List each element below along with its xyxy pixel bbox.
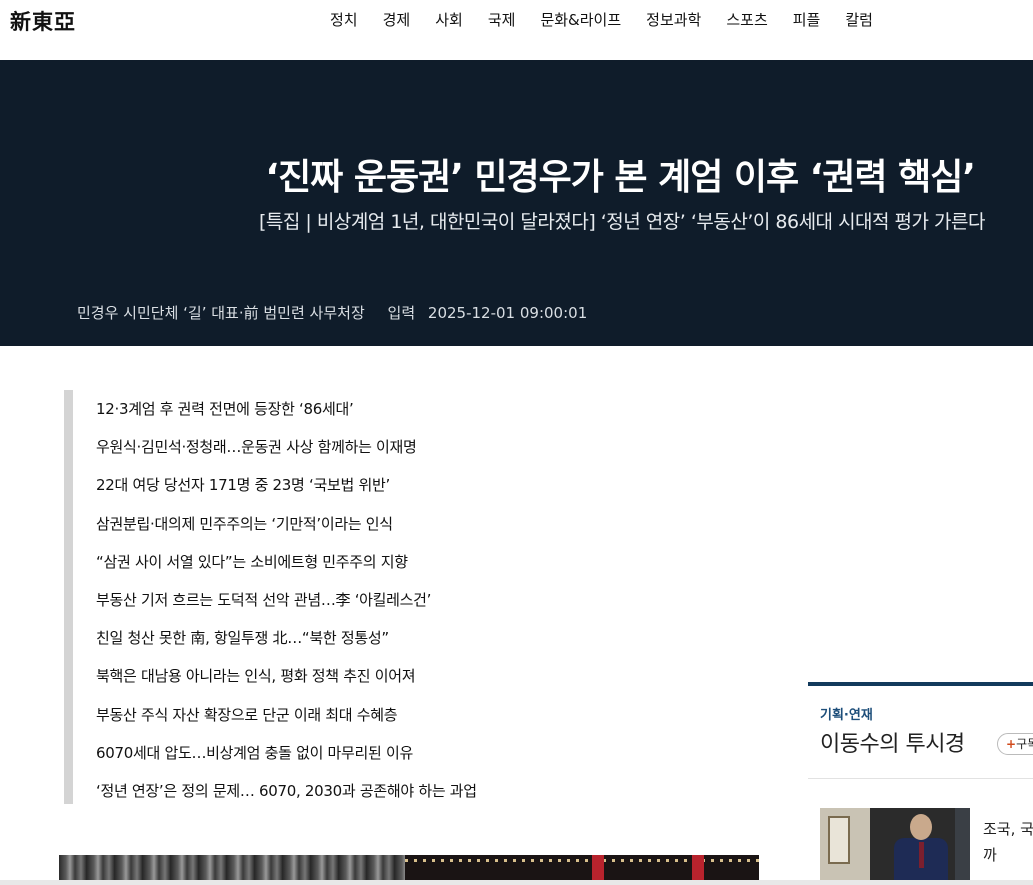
series-title[interactable]: 이동수의 투시경 xyxy=(820,726,965,758)
nav-item-info-science[interactable]: 정보과학 xyxy=(646,9,701,30)
article-subtitle: [특집 | 비상계엄 1년, 대한민국이 달라졌다] ‘정년 연장’ ‘부동산’… xyxy=(259,211,986,233)
nav-item-culture-life[interactable]: 문화&라이프 xyxy=(540,9,621,30)
thumbnail-person xyxy=(890,814,950,885)
nav-item-international[interactable]: 국제 xyxy=(488,9,516,30)
thumbnail-head xyxy=(910,814,932,840)
summary-item: 12·3계엄 후 권력 전면에 등장한 ‘86세대’ xyxy=(96,400,354,418)
nav-item-people[interactable]: 피플 xyxy=(793,9,821,30)
article-meta: 민경우 시민단체 ‘길’ 대표·前 범민련 사무처장 입력 2025-12-01… xyxy=(77,302,587,323)
series-sidebar: 기획·연재 이동수의 투시경 +구독 조국, 국 까 xyxy=(808,682,1033,885)
site-logo[interactable]: 新東亞 xyxy=(10,6,76,36)
nav-item-column[interactable]: 칼럼 xyxy=(845,9,873,30)
top-header: 新東亞 정치 경제 사회 국제 문화&라이프 정보과학 스포츠 피플 칼럼 xyxy=(0,0,1033,60)
series-article-line: 까 xyxy=(983,846,997,864)
summary-item: 6070세대 압도…비상계엄 충돌 없이 마무리된 이유 xyxy=(96,743,414,762)
photo-lights xyxy=(405,859,759,862)
plus-icon: + xyxy=(1006,737,1017,751)
summary-item: 북핵은 대남용 아니라는 인식, 평화 정책 추진 이어져 xyxy=(96,667,416,686)
subscribe-button[interactable]: +구독 xyxy=(997,733,1033,755)
sidebar-divider xyxy=(808,778,1033,779)
summary-item: 부동산 주식 자산 확장으로 단군 이래 최대 수혜층 xyxy=(96,705,398,724)
summary-item: 삼권분립·대의제 민주주의는 ‘기만적’이라는 인식 xyxy=(96,514,393,533)
summary-item: 부동산 기저 흐르는 도덕적 선악 관념…李 ‘아킬레스건’ xyxy=(96,590,432,609)
main-nav: 정치 경제 사회 국제 문화&라이프 정보과학 스포츠 피플 칼럼 xyxy=(330,9,898,30)
nav-item-sports[interactable]: 스포츠 xyxy=(726,9,767,30)
nav-item-politics[interactable]: 정치 xyxy=(330,9,358,30)
thumbnail-door xyxy=(955,808,970,885)
summary-item: “삼권 사이 서열 있다”는 소비에트형 민주주의 지향 xyxy=(96,552,408,571)
subscribe-label: 구독 xyxy=(1016,737,1033,751)
input-label: 입력 xyxy=(387,304,416,322)
nav-item-society[interactable]: 사회 xyxy=(435,9,463,30)
series-kicker: 기획·연재 xyxy=(820,708,873,723)
article-title: ‘진짜 운동권’ 민경우가 본 계엄 이후 ‘권력 핵심’ xyxy=(265,157,976,198)
summary-item: 우원식·김민석·정청래…운동권 사상 함께하는 이재명 xyxy=(96,438,417,457)
thumbnail-wall xyxy=(820,808,870,885)
series-article-line: 조국, 국 xyxy=(983,820,1033,838)
article-summary-list: 12·3계엄 후 권력 전면에 등장한 ‘86세대’ 우원식·김민석·정청래…운… xyxy=(64,390,624,804)
summary-item: 친일 청산 못한 南, 항일투쟁 北…“북한 정통성” xyxy=(96,629,389,648)
article-date: 2025-12-01 09:00:01 xyxy=(427,304,588,322)
article-hero: ‘진짜 운동권’ 민경우가 본 계엄 이후 ‘권력 핵심’ [특집 | 비상계엄… xyxy=(0,60,1033,346)
series-article-thumbnail[interactable] xyxy=(820,808,970,885)
summary-item: 22대 여당 당선자 171명 중 23명 ‘국보법 위반’ xyxy=(96,476,390,495)
sidebar-top-rule xyxy=(808,682,1033,686)
thumbnail-frame xyxy=(828,816,850,864)
thumbnail-tie xyxy=(919,842,924,868)
series-article-headline[interactable]: 조국, 국 까 xyxy=(983,816,1033,868)
page-bottom-edge xyxy=(0,880,1033,885)
summary-item: ‘정년 연장’은 정의 문제… 6070, 2030과 공존해야 하는 과업 xyxy=(96,781,477,800)
nav-item-economy[interactable]: 경제 xyxy=(383,9,411,30)
article-author: 민경우 시민단체 ‘길’ 대표·前 범민련 사무처장 xyxy=(77,304,365,322)
